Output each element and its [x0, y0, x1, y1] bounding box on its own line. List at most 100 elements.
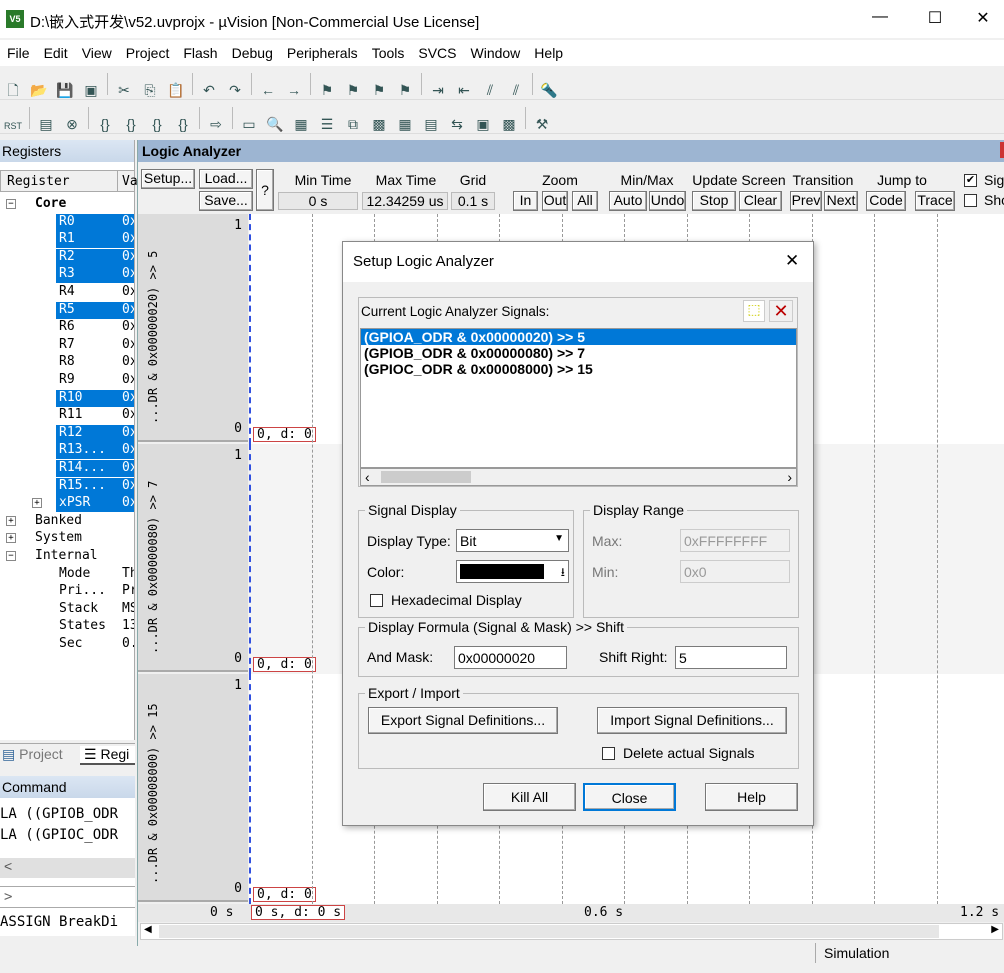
signal-list-item[interactable]: (GPIOB_ODR & 0x00000080) >> 7: [361, 345, 796, 361]
debug-toolbar-icon[interactable]: ▦: [394, 113, 416, 135]
debug-toolbar-icon[interactable]: ▤: [35, 113, 57, 135]
menu-project[interactable]: Project: [119, 40, 177, 61]
register-row[interactable]: R5 0x: [0, 301, 134, 319]
register-row[interactable]: + System: [0, 530, 134, 547]
debug-toolbar-icon[interactable]: ⇆: [446, 113, 468, 135]
help-button[interactable]: ?: [256, 169, 274, 211]
signal-label-panel[interactable]: ...DR & 0x00000080) >> 7 1 0: [138, 444, 248, 672]
shift-right-input[interactable]: 5: [675, 646, 787, 669]
auto-button[interactable]: Auto: [609, 191, 647, 211]
undo-button[interactable]: Undo: [649, 191, 686, 211]
close-dialog-button[interactable]: Close: [583, 783, 676, 811]
column-register[interactable]: Register: [7, 174, 70, 189]
scroll-right-icon[interactable]: ›: [787, 469, 792, 485]
scrollbar-thumb[interactable]: [381, 471, 471, 483]
load-button[interactable]: Load...: [199, 169, 253, 189]
debug-toolbar-icon[interactable]: ▤: [420, 113, 442, 135]
setup-button[interactable]: Setup...: [141, 169, 195, 189]
menu-flash[interactable]: Flash: [176, 40, 224, 61]
signals-hscrollbar[interactable]: ‹ ›: [360, 468, 797, 486]
toolbar-icon[interactable]: 📂: [28, 79, 50, 101]
debug-toolbar-icon[interactable]: ▩: [498, 113, 520, 135]
toolbar-icon[interactable]: ✂: [113, 79, 135, 101]
register-row[interactable]: R14... 0x: [0, 460, 134, 477]
register-row[interactable]: R8 0x: [0, 354, 134, 371]
dialog-help-button[interactable]: Help: [705, 783, 798, 811]
register-row[interactable]: Stack MS: [0, 601, 134, 618]
debug-toolbar-icon[interactable]: ▣: [472, 113, 494, 135]
register-row[interactable]: R7 0x: [0, 337, 134, 354]
new-signal-icon[interactable]: ⬚: [743, 300, 765, 322]
debug-toolbar-icon[interactable]: ▩: [368, 113, 390, 135]
menu-tools[interactable]: Tools: [365, 40, 412, 61]
zoom-all-button[interactable]: All: [572, 191, 598, 211]
toolbar-icon[interactable]: ⇤: [453, 79, 475, 101]
command-input[interactable]: >: [0, 886, 135, 908]
scroll-left-icon[interactable]: ◀: [144, 924, 152, 935]
scroll-right-icon[interactable]: ▶: [991, 924, 999, 935]
debug-toolbar-icon[interactable]: ▦: [290, 113, 312, 135]
debug-toolbar-icon[interactable]: ⊗: [61, 113, 83, 135]
debug-toolbar-icon[interactable]: {}: [146, 113, 168, 135]
register-row[interactable]: + xPSR 0x: [0, 495, 134, 513]
register-row[interactable]: R1 0x: [0, 231, 134, 249]
show-checkbox[interactable]: [964, 194, 977, 207]
waveform-hscrollbar[interactable]: ◀ ▶: [140, 923, 1003, 940]
debug-toolbar-icon[interactable]: ⧉: [342, 113, 364, 135]
jump-trace-button[interactable]: Trace: [915, 191, 955, 211]
toolbar-icon[interactable]: ↷: [224, 79, 246, 101]
jump-code-button[interactable]: Code: [866, 191, 906, 211]
next-button[interactable]: Next: [824, 191, 858, 211]
expand-icon[interactable]: +: [6, 515, 16, 526]
max-input[interactable]: 0xFFFFFFFF: [680, 529, 790, 552]
collapse-icon[interactable]: −: [6, 199, 16, 209]
color-picker[interactable]: ⭳: [456, 560, 569, 583]
register-row[interactable]: R3 0x: [0, 266, 134, 284]
register-row[interactable]: States 13: [0, 618, 134, 635]
expand-icon[interactable]: +: [32, 498, 42, 509]
register-row[interactable]: R10 0x: [0, 389, 134, 407]
signals-list[interactable]: (GPIOA_ODR & 0x00000020) >> 5 (GPIOB_ODR …: [360, 328, 797, 468]
signal-info-checkbox[interactable]: ✔: [964, 174, 977, 187]
menu-help[interactable]: Help: [527, 40, 570, 61]
maximize-button[interactable]: ☐: [920, 8, 950, 30]
command-hscrollbar[interactable]: <: [0, 858, 135, 878]
debug-toolbar-icon[interactable]: ☰: [316, 113, 338, 135]
column-value[interactable]: Va: [117, 171, 138, 191]
zoom-in-button[interactable]: In: [513, 191, 538, 211]
toolbar-icon[interactable]: ←: [257, 79, 279, 101]
toolbar-icon[interactable]: ⫽: [479, 79, 501, 101]
scroll-left-icon[interactable]: ‹: [365, 469, 370, 485]
menu-debug[interactable]: Debug: [225, 40, 280, 61]
delete-signal-icon[interactable]: ✕: [769, 300, 793, 322]
register-row[interactable]: Sec 0.: [0, 636, 134, 653]
register-row[interactable]: R12 0x: [0, 424, 134, 442]
debug-toolbar-icon[interactable]: ▭: [238, 113, 260, 135]
toolbar-icon[interactable]: ⚑: [368, 79, 390, 101]
display-type-select[interactable]: Bit ▼: [456, 529, 569, 552]
stop-button[interactable]: Stop: [692, 191, 736, 211]
toolbar-icon[interactable]: 📋: [165, 79, 187, 101]
signal-label-panel[interactable]: ...DR & 0x00008000) >> 15 1 0: [138, 674, 248, 902]
tab-registers[interactable]: ☰ Regi: [80, 746, 135, 765]
toolbar-icon[interactable]: 💾: [54, 79, 76, 101]
register-row[interactable]: − Core: [0, 196, 134, 213]
signal-list-item[interactable]: (GPIOA_ODR & 0x00000020) >> 5: [361, 329, 796, 345]
dialog-close-icon[interactable]: ✕: [785, 251, 799, 271]
toolbar-icon[interactable]: ⚑: [316, 79, 338, 101]
toolbar-icon[interactable]: 🗋: [2, 79, 24, 101]
debug-toolbar-icon[interactable]: ⚒: [531, 113, 553, 135]
debug-toolbar-icon[interactable]: {}: [172, 113, 194, 135]
prev-button[interactable]: Prev: [790, 191, 822, 211]
signal-list-item[interactable]: (GPIOC_ODR & 0x00008000) >> 15: [361, 361, 796, 377]
register-row[interactable]: R4 0x: [0, 284, 134, 301]
delete-signals-checkbox[interactable]: [602, 747, 615, 760]
close-icon[interactable]: [1000, 142, 1004, 158]
import-signal-definitions-button[interactable]: Import Signal Definitions...: [597, 707, 787, 734]
toolbar-icon[interactable]: →: [283, 79, 305, 101]
debug-toolbar-icon[interactable]: RST: [2, 115, 24, 137]
menu-peripherals[interactable]: Peripherals: [280, 40, 365, 61]
menu-file[interactable]: File: [0, 40, 37, 61]
toolbar-icon[interactable]: ⎘: [139, 79, 161, 101]
toolbar-icon[interactable]: ⫽: [505, 79, 527, 101]
